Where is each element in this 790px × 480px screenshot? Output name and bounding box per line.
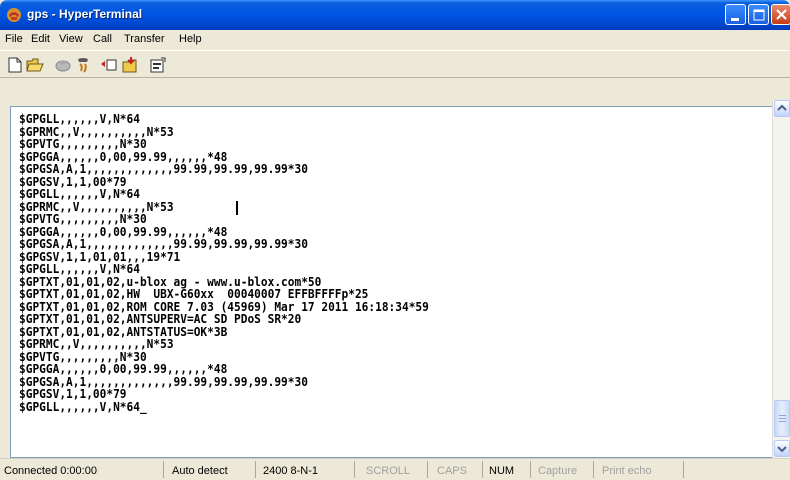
open-folder-icon[interactable] xyxy=(26,56,44,74)
terminal-frame: $GPGLL,,,,,,V,N*64 $GPRMC,,V,,,,,,,,,,N*… xyxy=(0,100,790,458)
window-title: gps - HyperTerminal xyxy=(27,7,143,21)
status-print-echo: Print echo xyxy=(602,461,684,478)
scroll-thumb[interactable] xyxy=(774,400,790,437)
status-detect: Auto detect xyxy=(172,461,256,478)
menu-call[interactable]: Call xyxy=(93,33,112,45)
text-cursor xyxy=(236,201,238,215)
maximize-icon xyxy=(753,9,765,21)
menu-transfer[interactable]: Transfer xyxy=(124,33,165,45)
dial-icon[interactable] xyxy=(54,56,72,74)
status-num: NUM xyxy=(489,461,531,478)
send-icon[interactable] xyxy=(100,56,118,74)
status-capture: Capture xyxy=(538,461,594,478)
properties-icon[interactable] xyxy=(149,56,167,74)
vertical-scrollbar[interactable] xyxy=(772,100,790,458)
chevron-down-icon xyxy=(777,446,787,453)
new-connection-icon[interactable] xyxy=(6,56,24,74)
close-button[interactable] xyxy=(771,4,790,25)
maximize-button[interactable] xyxy=(748,4,769,25)
terminal-screen[interactable]: $GPGLL,,,,,,V,N*64 $GPRMC,,V,,,,,,,,,,N*… xyxy=(10,106,772,458)
hyperterminal-phone-icon xyxy=(7,8,21,22)
minimize-button[interactable] xyxy=(725,4,746,25)
chevron-up-icon xyxy=(777,104,787,111)
terminal-line: $GPGLL,,,,,,V,N*64_ xyxy=(19,399,147,414)
minimize-icon xyxy=(731,18,739,21)
scroll-up-button[interactable] xyxy=(774,100,790,117)
menu-bar: File Edit View Call Transfer Help xyxy=(0,30,790,50)
close-icon xyxy=(776,9,787,20)
disconnect-icon[interactable] xyxy=(74,56,92,74)
menu-edit[interactable]: Edit xyxy=(31,33,50,45)
status-bar: Connected 0:00:00 Auto detect 2400 8-N-1… xyxy=(0,458,790,480)
status-caps: CAPS xyxy=(437,461,483,478)
status-settings: 2400 8-N-1 xyxy=(263,461,355,478)
title-bar[interactable]: gps - HyperTerminal xyxy=(0,0,790,30)
menu-file[interactable]: File xyxy=(5,33,23,45)
status-scroll: SCROLL xyxy=(366,461,428,478)
menu-help[interactable]: Help xyxy=(179,33,202,45)
scroll-down-button[interactable] xyxy=(774,440,790,457)
toolbar xyxy=(0,50,790,78)
menu-view[interactable]: View xyxy=(59,33,83,45)
receive-icon[interactable] xyxy=(121,56,139,74)
status-connected: Connected 0:00:00 xyxy=(4,461,164,478)
terminal-output: $GPGLL,,,,,,V,N*64 $GPRMC,,V,,,,,,,,,,N*… xyxy=(19,113,429,413)
